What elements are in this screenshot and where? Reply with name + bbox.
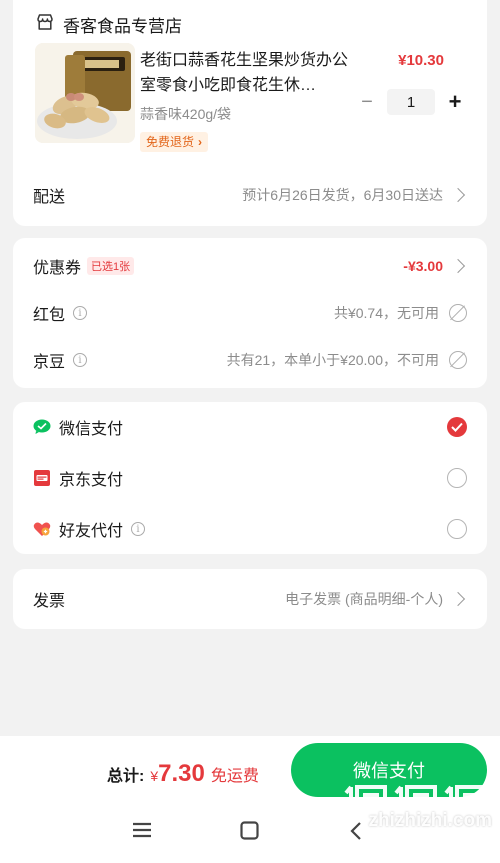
jd-beans-label: 京豆: [33, 354, 66, 371]
product-image[interactable]: [35, 43, 135, 143]
info-icon[interactable]: i: [73, 306, 88, 320]
product-spec[interactable]: 蒜香味420g/袋: [140, 104, 231, 124]
coupon-selected-badge: 已选1张: [87, 257, 135, 275]
decrease-button[interactable]: −: [355, 90, 379, 114]
payment-option-label: 微信支付: [59, 421, 124, 438]
product-price: ¥10.30: [398, 52, 444, 69]
chevron-right-icon: ›: [198, 135, 203, 149]
radio-unchecked[interactable]: [447, 519, 467, 539]
discounts-card: 优惠券 已选1张 -¥3.00 红包 i 共¥0.74，无可用 京豆 i 共有2…: [13, 238, 487, 388]
unavailable-icon: [449, 351, 467, 369]
invoice-value: 电子发票 (商品明细-个人): [285, 591, 443, 607]
wechat-pay-icon: [33, 418, 51, 436]
free-shipping-label: 免运费: [210, 768, 259, 785]
free-return-label: 免费退货: [146, 135, 195, 149]
total-currency: ¥: [150, 768, 159, 784]
quantity-input[interactable]: 1: [387, 89, 435, 115]
invoice-row[interactable]: 发票 电子发票 (商品明细-个人): [13, 575, 487, 623]
payment-option-jd[interactable]: 京东支付: [13, 454, 487, 502]
quantity-stepper: − 1 +: [355, 89, 467, 115]
total-label: 总计:: [107, 768, 145, 785]
back-nav-icon[interactable]: [349, 821, 363, 846]
payment-card: 微信支付 京东支付 好友代付 i: [13, 402, 487, 554]
red-packet-label: 红包: [33, 307, 66, 324]
invoice-label: 发票: [33, 593, 66, 610]
store-name: 香客食品专营店: [63, 17, 182, 36]
home-nav-icon[interactable]: [239, 821, 261, 846]
chevron-right-icon: [450, 258, 466, 274]
jd-beans-row[interactable]: 京豆 i 共有21，本单小于¥20.00，不可用: [13, 336, 487, 384]
order-total: 总计: ¥ 7.30 免运费: [107, 760, 259, 788]
watermark-text: zhizhizhi.com: [368, 810, 493, 831]
coupon-label: 优惠券: [33, 260, 82, 277]
store-header[interactable]: 香客食品专营店: [35, 12, 182, 37]
info-icon[interactable]: i: [73, 353, 88, 367]
free-return-tag[interactable]: 免费退货 ›: [140, 132, 209, 152]
menu-nav-icon[interactable]: [131, 821, 153, 844]
chevron-right-icon: [450, 187, 466, 203]
delivery-row[interactable]: 配送 预计6月26日发货，6月30日送达: [13, 171, 487, 219]
delivery-value: 预计6月26日发货，6月30日送达: [242, 187, 443, 203]
red-packet-value: 共¥0.74，无可用: [333, 305, 439, 321]
radio-unchecked[interactable]: [447, 468, 467, 488]
product-title[interactable]: 老街口蒜香花生坚果炒货办公室零食小吃即食花生休…: [140, 48, 350, 98]
invoice-card: 发票 电子发票 (商品明细-个人): [13, 569, 487, 629]
jd-beans-value: 共有21，本单小于¥20.00，不可用: [226, 352, 439, 368]
increase-button[interactable]: +: [443, 89, 467, 114]
total-amount: 7.30: [158, 760, 205, 787]
red-packet-row[interactable]: 红包 i 共¥0.74，无可用: [13, 289, 487, 337]
store-card: 香客食品专营店 老街口蒜香花生坚果炒货办公室零食小吃即食花生休… 蒜香味420g…: [13, 0, 487, 226]
unavailable-icon: [449, 304, 467, 322]
friend-pay-icon: [33, 520, 51, 538]
payment-option-label: 好友代付: [59, 523, 124, 540]
chevron-right-icon: [450, 591, 466, 607]
radio-checked[interactable]: [447, 417, 467, 437]
coupon-row[interactable]: 优惠券 已选1张 -¥3.00: [13, 242, 487, 290]
payment-option-wechat[interactable]: 微信支付: [13, 403, 487, 451]
jd-pay-icon: [33, 469, 51, 487]
payment-option-friend[interactable]: 好友代付 i: [13, 505, 487, 553]
coupon-amount: -¥3.00: [403, 258, 443, 274]
info-icon[interactable]: i: [131, 522, 146, 536]
delivery-label: 配送: [33, 189, 66, 206]
payment-option-label: 京东支付: [59, 472, 124, 489]
store-icon: [35, 12, 55, 37]
